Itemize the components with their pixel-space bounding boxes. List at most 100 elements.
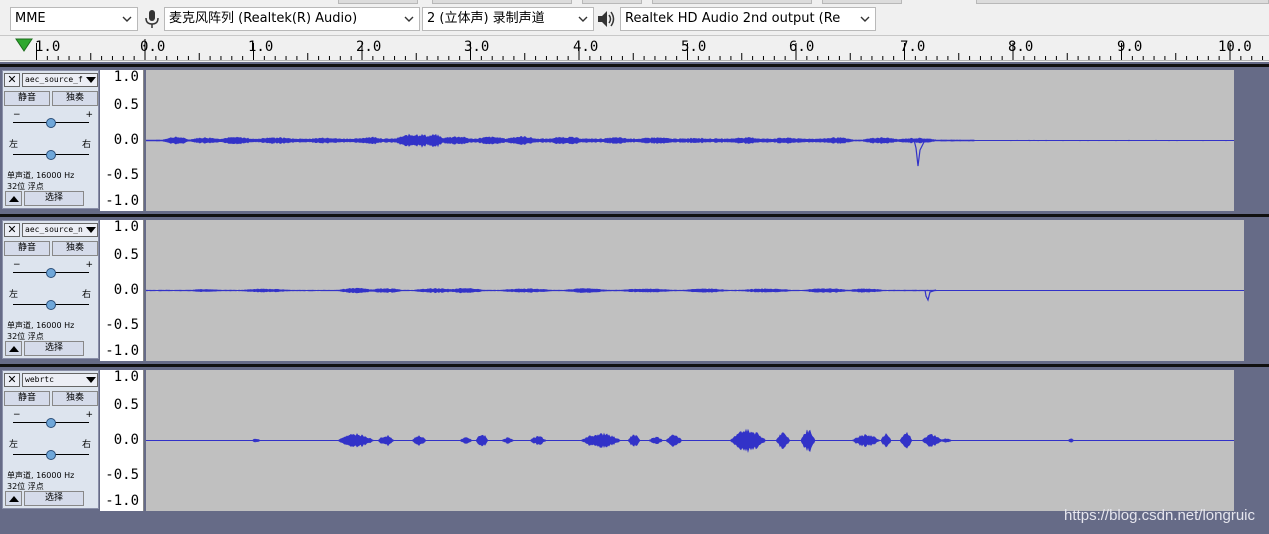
- scale-label: -1.0: [105, 193, 139, 209]
- gain-minus-label: −: [13, 110, 21, 120]
- track-control-panel: ✕ aec_source_n 静音 独奏 − + 左 右 单声道, 16000 …: [2, 220, 99, 359]
- play-marker-icon[interactable]: [15, 38, 33, 52]
- audio-host-select[interactable]: MME: [10, 7, 138, 31]
- toolbar-strip: [822, 0, 902, 4]
- waveform-area[interactable]: [146, 70, 1234, 211]
- gain-slider[interactable]: − +: [11, 260, 93, 281]
- triangle-up-icon[interactable]: [5, 341, 22, 356]
- gain-slider[interactable]: − +: [11, 110, 93, 131]
- scale-label: -0.5: [105, 317, 139, 333]
- microphone-icon: [145, 10, 159, 28]
- chevron-down-icon: [404, 16, 414, 22]
- track-name: aec_source_n: [25, 225, 83, 234]
- track-control-panel: ✕ aec_source_f 静音 独奏 − + 左 右 单声道, 16000 …: [2, 70, 99, 209]
- timeline-label: 1.0: [35, 39, 61, 55]
- track-select-row: 选择: [5, 191, 96, 206]
- track-rate-info: 单声道, 16000 Hz: [7, 471, 75, 480]
- track-rate-info: 单声道, 16000 Hz: [7, 321, 75, 330]
- track-name-menu[interactable]: aec_source_f: [22, 73, 98, 87]
- timeline-label: 10.0: [1218, 39, 1252, 55]
- close-icon[interactable]: ✕: [4, 223, 20, 237]
- waveform-area[interactable]: [146, 370, 1234, 511]
- recording-device-select[interactable]: 麦克风阵列 (Realtek(R) Audio): [164, 7, 420, 31]
- waveform-area[interactable]: [146, 220, 1244, 361]
- gain-minus-label: −: [13, 410, 21, 420]
- gain-slider-knob[interactable]: [46, 418, 56, 428]
- track-format-info: 单声道, 16000 Hz 32位 浮点: [7, 170, 99, 192]
- track-select-row: 选择: [5, 491, 96, 506]
- audio-track: ✕ webrtc 静音 独奏 − + 左 右 单声道, 16000 Hz 32位…: [0, 364, 1269, 511]
- gain-slider-knob[interactable]: [46, 118, 56, 128]
- chevron-down-icon: [122, 16, 132, 22]
- timeline-label: 7.0: [900, 39, 926, 55]
- mute-button[interactable]: 静音: [4, 391, 50, 406]
- mute-button[interactable]: 静音: [4, 91, 50, 106]
- audio-track: ✕ aec_source_f 静音 独奏 − + 左 右 单声道, 16000 …: [0, 64, 1269, 211]
- track-format-info: 单声道, 16000 Hz 32位 浮点: [7, 470, 99, 492]
- amplitude-scale: 1.0 0.5 0.0 -0.5 -1.0: [100, 219, 144, 361]
- scale-label: -1.0: [105, 493, 139, 509]
- waveform-envelope: [146, 287, 1244, 294]
- toolbar-strip: [976, 0, 1269, 4]
- device-toolbar: MME 麦克风阵列 (Realtek(R) Audio) 2 (立体声) 录制声…: [0, 0, 1269, 36]
- pan-slider-knob[interactable]: [46, 150, 56, 160]
- track-name: aec_source_f: [25, 75, 83, 84]
- pan-slider-knob[interactable]: [46, 300, 56, 310]
- mute-button[interactable]: 静音: [4, 241, 50, 256]
- chevron-down-icon: [860, 16, 870, 22]
- select-button[interactable]: 选择: [24, 491, 84, 506]
- solo-button[interactable]: 独奏: [52, 241, 98, 256]
- track-select-row: 选择: [5, 341, 96, 356]
- timeline-label: 6.0: [789, 39, 815, 55]
- pan-slider[interactable]: [11, 295, 93, 313]
- pan-slider[interactable]: [11, 445, 93, 463]
- waveform-envelope: [146, 133, 1234, 148]
- select-button[interactable]: 选择: [24, 191, 84, 206]
- track-name: webrtc: [25, 375, 54, 384]
- pan-slider[interactable]: [11, 145, 93, 163]
- scale-label: 0.0: [113, 432, 139, 448]
- timeline-label: 1.0: [248, 39, 274, 55]
- audio-host-value: MME: [15, 11, 46, 26]
- pan-slider-knob[interactable]: [46, 450, 56, 460]
- waveform-spike: [913, 139, 937, 167]
- track-panel: ✕ aec_source_f 静音 独奏 − + 左 右 单声道, 16000 …: [0, 62, 1269, 534]
- gain-plus-label: +: [85, 110, 93, 120]
- recording-channels-select[interactable]: 2 (立体声) 录制声道: [422, 7, 594, 31]
- solo-button[interactable]: 独奏: [52, 391, 98, 406]
- gain-slider-knob[interactable]: [46, 268, 56, 278]
- gain-plus-label: +: [85, 260, 93, 270]
- close-icon[interactable]: ✕: [4, 373, 20, 387]
- select-button[interactable]: 选择: [24, 341, 84, 356]
- waveform: [146, 287, 1244, 302]
- waveform: [146, 428, 1234, 454]
- gain-plus-label: +: [85, 410, 93, 420]
- scale-label: -0.5: [105, 467, 139, 483]
- waveform: [146, 133, 1234, 167]
- recording-channels-value: 2 (立体声) 录制声道: [427, 11, 545, 26]
- chevron-down-icon: [578, 16, 588, 22]
- speaker-icon: [598, 11, 615, 27]
- timeline-label: 3.0: [464, 39, 490, 55]
- watermark-text: https://blog.csdn.net/longruic: [1064, 507, 1255, 524]
- scale-label: 1.0: [113, 369, 139, 385]
- close-icon[interactable]: ✕: [4, 73, 20, 87]
- triangle-down-icon: [86, 377, 96, 383]
- timeline-ruler[interactable]: 1.0 0.0 1.0 2.0 3.0 4.0 5.0 6.0 7.0 8.0 …: [0, 37, 1269, 61]
- toolbar-strip: [432, 0, 572, 4]
- scale-label: -0.5: [105, 167, 139, 183]
- timeline-label: 9.0: [1117, 39, 1143, 55]
- scale-label: 1.0: [113, 69, 139, 85]
- track-name-menu[interactable]: webrtc: [22, 373, 98, 387]
- track-control-panel: ✕ webrtc 静音 独奏 − + 左 右 单声道, 16000 Hz 32位…: [2, 370, 99, 509]
- triangle-down-icon: [86, 77, 96, 83]
- triangle-up-icon[interactable]: [5, 491, 22, 506]
- toolbar-strip: [582, 0, 642, 4]
- playback-device-select[interactable]: Realtek HD Audio 2nd output (Re: [620, 7, 876, 31]
- track-name-menu[interactable]: aec_source_n: [22, 223, 98, 237]
- timeline-ticks: [15, 38, 1264, 60]
- gain-slider[interactable]: − +: [11, 410, 93, 431]
- solo-button[interactable]: 独奏: [52, 91, 98, 106]
- toolbar-strip: [338, 0, 418, 4]
- triangle-up-icon[interactable]: [5, 191, 22, 206]
